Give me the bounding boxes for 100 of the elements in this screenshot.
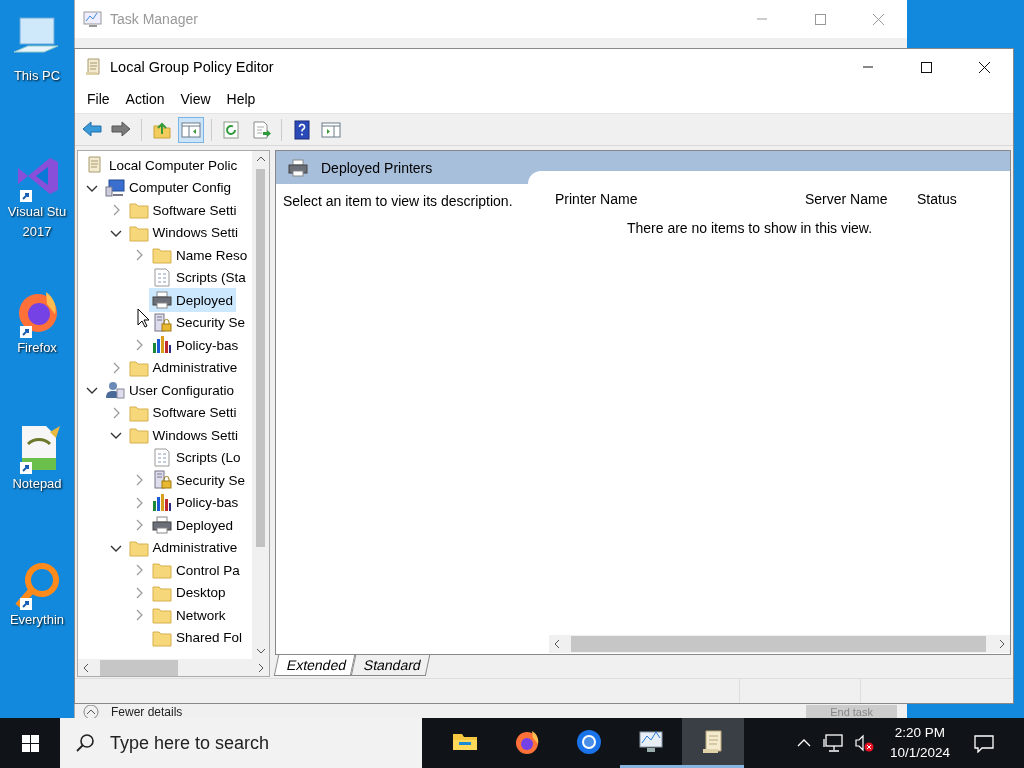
taskbar-app-button[interactable] bbox=[682, 718, 744, 768]
monitor-icon bbox=[83, 10, 102, 28]
scroll-left-icon[interactable] bbox=[82, 662, 90, 673]
tree-item[interactable]: Deployed bbox=[149, 513, 237, 538]
vertical-scrollbar[interactable] bbox=[252, 151, 269, 659]
mouse-pointer-icon bbox=[137, 308, 151, 328]
menu-item[interactable]: Action bbox=[117, 91, 173, 107]
tree-item[interactable]: Shared Fol bbox=[149, 625, 246, 650]
back-arrow-icon bbox=[82, 119, 102, 140]
scrollbar-thumb[interactable] bbox=[100, 659, 178, 676]
tree-item[interactable]: Local Computer Polic bbox=[82, 153, 241, 178]
tree-item[interactable]: Administrative bbox=[125, 355, 241, 380]
tree-item[interactable]: Software Setti bbox=[125, 400, 240, 425]
menu-item[interactable]: View bbox=[172, 91, 219, 107]
tree-item[interactable]: Desktop bbox=[149, 580, 229, 605]
scrollbar-thumb[interactable] bbox=[256, 169, 265, 547]
clock[interactable]: 2:20 PM 10/1/2024 bbox=[889, 723, 950, 763]
console-tree-icon bbox=[181, 119, 201, 140]
printer-icon bbox=[152, 290, 172, 311]
network-icon[interactable] bbox=[822, 734, 843, 752]
desktop-icon-label[interactable]: Visual Stu bbox=[7, 202, 67, 222]
user-computer-icon bbox=[105, 380, 125, 401]
pane-title: Deployed Printers bbox=[321, 159, 433, 176]
forward-arrow-icon bbox=[111, 119, 131, 140]
windows-logo-icon bbox=[21, 734, 39, 752]
desktop-icon-label[interactable]: 2017 bbox=[22, 222, 52, 242]
printer-icon bbox=[152, 515, 172, 536]
bar-chart-icon bbox=[152, 492, 172, 513]
printer-icon bbox=[288, 157, 308, 178]
scroll-icon bbox=[84, 57, 102, 77]
tree-item[interactable]: Scripts (Lo bbox=[149, 445, 244, 470]
window-title: Local Group Policy Editor bbox=[110, 59, 275, 75]
folder-icon bbox=[128, 200, 149, 221]
horizontal-scrollbar[interactable] bbox=[78, 659, 269, 676]
tree-item[interactable]: Security Se bbox=[149, 310, 249, 335]
search-bar[interactable]: Type here to search bbox=[60, 718, 422, 768]
tree-item[interactable]: Software Setti bbox=[125, 198, 240, 223]
tree-item[interactable]: Control Pa bbox=[149, 558, 243, 583]
tree-item[interactable]: Computer Config bbox=[102, 175, 235, 200]
menu-item[interactable]: Help bbox=[218, 91, 264, 107]
tree-item[interactable]: User Configuratio bbox=[102, 378, 238, 403]
close-icon bbox=[872, 13, 884, 25]
notification-icon[interactable] bbox=[974, 733, 994, 753]
scrollbar-thumb[interactable] bbox=[571, 636, 986, 652]
script-icon bbox=[152, 447, 172, 468]
tree-item[interactable]: Security Se bbox=[149, 468, 249, 493]
refresh-icon bbox=[222, 119, 242, 140]
browser-icon bbox=[575, 727, 603, 756]
tree-item[interactable]: Windows Setti bbox=[125, 220, 242, 245]
description-text: Select an item to view its description. bbox=[283, 193, 513, 209]
server-lock-icon bbox=[152, 470, 172, 491]
shortcut-arrow-icon bbox=[20, 598, 32, 610]
tree-item[interactable]: Deployed bbox=[149, 288, 237, 313]
tree-item[interactable]: Scripts (Sta bbox=[149, 265, 249, 290]
view-tab[interactable]: Extended bbox=[273, 655, 356, 676]
close-icon bbox=[978, 61, 990, 73]
script-icon bbox=[152, 267, 172, 288]
shortcut-arrow-icon bbox=[20, 190, 32, 202]
scroll-right-icon[interactable] bbox=[257, 662, 265, 673]
computer-icon bbox=[105, 177, 125, 198]
server-lock-icon bbox=[152, 312, 172, 333]
window-title: Task Manager bbox=[110, 11, 199, 27]
muted-speaker-icon[interactable] bbox=[854, 734, 874, 752]
console-tree-button[interactable] bbox=[178, 116, 204, 143]
column-header[interactable]: Printer Name bbox=[549, 191, 799, 207]
view-tab[interactable]: Standard bbox=[350, 655, 431, 676]
folder-icon bbox=[152, 560, 172, 581]
tree-item[interactable]: Name Reso bbox=[149, 243, 251, 268]
horizontal-scrollbar[interactable] bbox=[549, 635, 1010, 653]
scroll-down-icon[interactable] bbox=[255, 647, 266, 655]
folder-icon bbox=[128, 425, 149, 446]
column-header[interactable]: Status bbox=[911, 191, 963, 207]
bar-chart-icon bbox=[152, 335, 172, 356]
tree-item[interactable]: Network bbox=[149, 603, 229, 628]
scroll-up-icon[interactable] bbox=[255, 155, 266, 163]
export-list-icon bbox=[251, 119, 271, 140]
desktop-icon-label[interactable]: This PC bbox=[13, 66, 61, 86]
desktop-icon-label[interactable]: Notepad bbox=[12, 474, 62, 494]
empty-message: There are no items to show in this view. bbox=[625, 219, 874, 238]
folder-icon bbox=[152, 605, 172, 626]
desktop-icon-label[interactable]: Firefox bbox=[17, 338, 57, 358]
tree-item[interactable]: Policy-bas bbox=[149, 490, 242, 515]
maximize-icon bbox=[920, 61, 932, 73]
shortcut-arrow-icon bbox=[20, 462, 32, 474]
search-icon bbox=[76, 734, 94, 752]
scroll-left-icon[interactable] bbox=[553, 639, 561, 649]
help-book-icon bbox=[292, 119, 312, 140]
tree-item[interactable]: Administrative bbox=[125, 535, 241, 560]
search-field[interactable]: Type here to search bbox=[108, 731, 372, 755]
scroll-right-icon[interactable] bbox=[998, 639, 1006, 649]
menu-item[interactable]: File bbox=[79, 91, 118, 107]
chevron-up-icon[interactable] bbox=[796, 738, 811, 748]
tree-item[interactable]: Windows Setti bbox=[125, 423, 242, 448]
column-header[interactable]: Server Name bbox=[799, 191, 911, 207]
tree-item[interactable]: Policy-bas bbox=[149, 333, 242, 358]
action-pane-icon bbox=[321, 119, 341, 140]
maximize-icon bbox=[814, 13, 826, 25]
desktop-icon-label[interactable]: Everythin bbox=[9, 610, 65, 630]
folder-icon bbox=[152, 245, 172, 266]
shortcut-arrow-icon bbox=[20, 326, 32, 338]
